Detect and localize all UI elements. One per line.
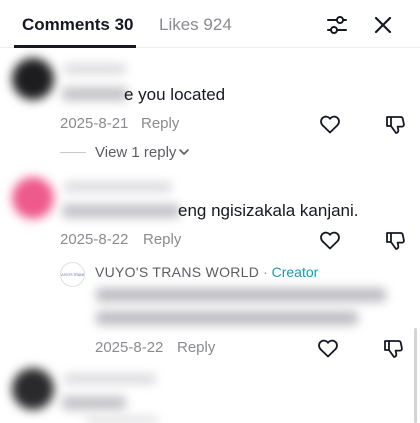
reply-author-line: VUYO'S TRANS WORLD · Creator [95,262,318,282]
dislike-icon[interactable] [382,336,406,360]
creator-logo-icon: VUYO'S TRANS [60,272,85,277]
comment-text: eng ngisizakala kanjani. [178,201,359,220]
view-replies-label: View 1 reply [95,143,177,161]
heart-icon[interactable] [318,228,342,252]
reply-button[interactable]: Reply [143,230,181,250]
chevron-down-icon [178,146,190,158]
separator-dot: · [263,264,268,280]
tab-comments[interactable]: Comments 30 [22,14,133,36]
comment-text: e you located [124,85,226,104]
reply-author[interactable]: VUYO'S TRANS WORLD [95,264,259,280]
redacted-text [62,396,126,410]
dislike-icon[interactable] [384,112,408,136]
reply-button[interactable]: Reply [177,338,215,358]
creator-avatar[interactable]: VUYO'S TRANS [60,262,85,287]
heart-icon[interactable] [316,336,340,360]
avatar[interactable] [12,58,54,100]
redacted-text [96,311,358,325]
redacted-username [64,64,126,74]
reply-button[interactable]: Reply [141,114,179,134]
redacted-username [64,374,156,384]
redacted-text [62,87,128,101]
redacted-text [86,417,158,423]
active-tab-indicator [14,45,136,48]
comment-date: 2025-8-22 [60,231,129,248]
reply-date: 2025-8-22 [95,339,164,356]
creator-badge: Creator [271,264,319,280]
scrollbar[interactable] [414,328,417,423]
redacted-text [62,204,180,218]
dislike-icon[interactable] [384,228,408,252]
redacted-text [96,288,386,302]
avatar[interactable] [12,177,54,219]
heart-icon[interactable] [318,112,342,136]
view-replies-button[interactable]: View 1 reply [60,142,190,162]
tab-likes[interactable]: Likes 924 [159,14,232,36]
comments-header: Comments 30 Likes 924 [0,0,420,48]
comment-date: 2025-8-21 [60,115,129,132]
close-icon[interactable] [370,12,396,38]
divider [60,151,86,153]
sliders-icon[interactable] [324,12,350,38]
redacted-username [64,182,172,192]
avatar[interactable] [12,368,54,410]
